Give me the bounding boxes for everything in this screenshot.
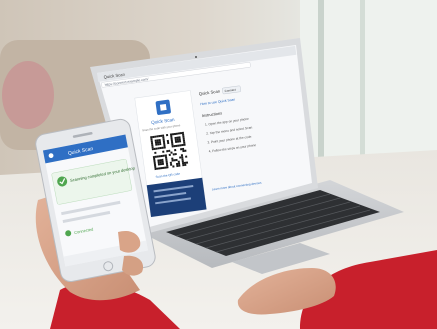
- photo-scene: Quick Scan https://connect.example.com/ …: [0, 0, 437, 329]
- qr-code: [148, 130, 190, 172]
- cushion: [2, 61, 54, 129]
- webcam: [195, 56, 197, 58]
